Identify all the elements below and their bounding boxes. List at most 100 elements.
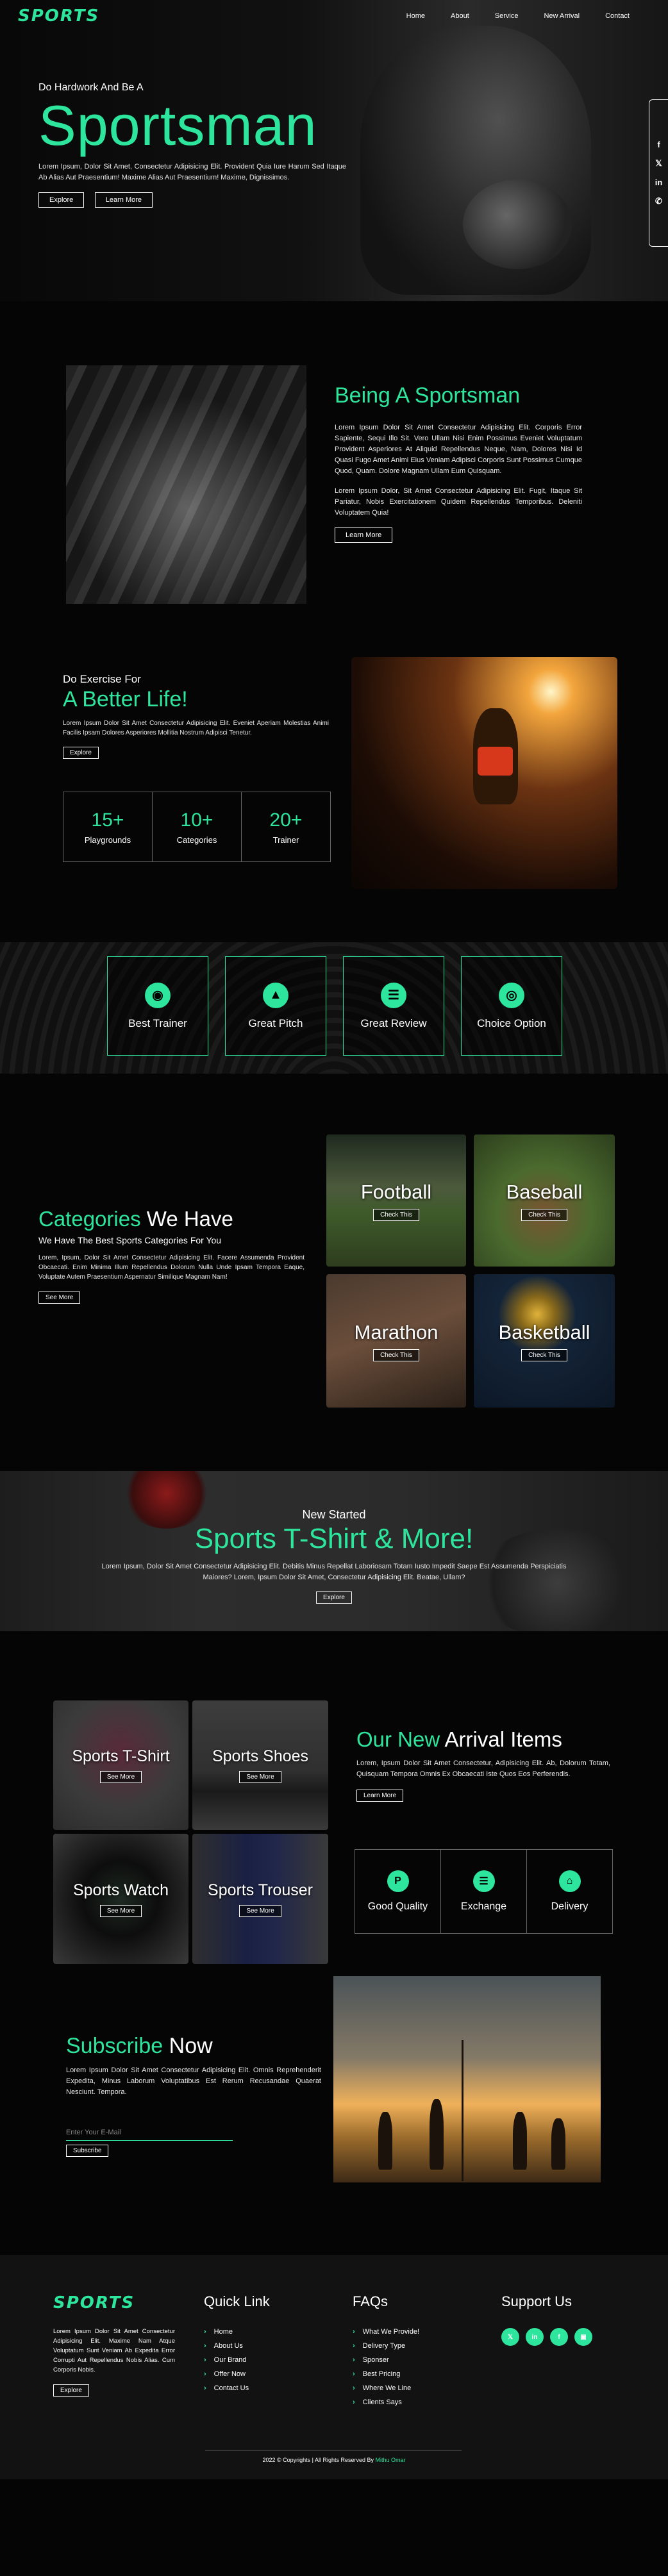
categories-see-more-button[interactable]: See More [38,1292,81,1304]
email-input[interactable] [66,2125,233,2141]
product-card-tshirt[interactable]: Sports T-Shirt See More [53,1700,188,1830]
copyright-author[interactable]: Mithu Omar [376,2457,406,2463]
faq-link[interactable]: Sponser [353,2356,419,2364]
category-name: Basketball [498,1320,590,1343]
navbar: SPORTS Home About Service New Arrival Co… [0,0,668,32]
nav-new-arrival[interactable]: New Arrival [544,12,580,20]
arrival-learn-more-button[interactable]: Learn More [356,1790,404,1802]
jumping-athlete-image [351,657,617,889]
quick-link-about[interactable]: About Us [204,2342,270,2350]
faq-link[interactable]: What We Provide! [353,2328,419,2336]
boxing-glove-image [463,179,572,269]
check-this-button[interactable]: Check This [373,1349,419,1361]
footer-quick-links: Quick Link Home About Us Our Brand Offer… [204,2293,270,2398]
subscribe-button[interactable]: Subscribe [66,2145,109,2157]
stats-box: 15+ Playgrounds 10+ Categories 20+ Train… [63,792,331,862]
stat-categories: 10+ Categories [153,792,242,861]
see-more-button[interactable]: See More [239,1771,281,1783]
nav-about[interactable]: About [451,12,469,20]
quick-link-contact[interactable]: Contact Us [204,2384,270,2392]
stat-value: 20+ [269,809,303,831]
stat-value: 15+ [91,809,124,831]
feature-label: Delivery [551,1901,589,1912]
faq-list: What We Provide! Delivery Type Sponser B… [353,2328,419,2406]
exercise-pretitle: Do Exercise For [63,673,141,685]
exercise-title: A Better Life! [63,687,188,711]
twitter-icon[interactable]: 𝕏 [655,158,662,169]
footer: SPORTS Lorem Ipsum Dolor Sit Amet Consec… [0,2255,668,2479]
athlete-shirt [478,747,513,776]
site-logo[interactable]: SPORTS [18,6,99,26]
linkedin-icon[interactable]: in [526,2328,544,2346]
faq-link[interactable]: Best Pricing [353,2370,419,2378]
stat-label: Categories [176,835,217,845]
banner-content: New Started Sports T-Shirt & More! Lorem… [0,1508,668,1604]
product-name: Sports Shoes [212,1747,309,1765]
linkedin-icon[interactable]: in [655,178,663,187]
faq-link[interactable]: Where We Line [353,2384,419,2392]
footer-brand: SPORTS Lorem Ipsum Dolor Sit Amet Consec… [53,2293,175,2397]
home-icon: ⌂ [558,1870,581,1892]
nav-contact[interactable]: Contact [605,12,630,20]
about-learn-more-button[interactable]: Learn More [335,528,393,543]
footer-logo[interactable]: SPORTS [53,2293,175,2313]
feature-good-quality: P Good Quality [355,1850,441,1933]
banner-title: Sports T-Shirt & More! [194,1523,474,1554]
arrival-title-rest: Arrival Items [440,1727,562,1751]
stat-playgrounds: 15+ Playgrounds [63,792,153,861]
player-silhouette [513,2112,527,2170]
feature-label: Choice Option [477,1017,546,1029]
banner-text: Lorem Ipsum, Dolor Sit Amet Consectetur … [101,1563,567,1581]
product-card-watch[interactable]: Sports Watch See More [53,1834,188,1964]
hero-section: SPORTS Home About Service New Arrival Co… [0,0,668,301]
category-card-football[interactable]: Football Check This [326,1134,466,1267]
hero-learn-more-button[interactable]: Learn More [94,192,153,208]
category-card-baseball[interactable]: Baseball Check This [474,1134,615,1267]
whatsapp-icon[interactable]: ✆ [655,196,662,206]
product-card-trouser[interactable]: Sports Trouser See More [192,1834,328,1964]
faq-link[interactable]: Delivery Type [353,2342,419,2350]
check-this-button[interactable]: Check This [521,1349,567,1361]
see-more-button[interactable]: See More [239,1904,281,1917]
quick-link-home[interactable]: Home [204,2328,270,2336]
hero-text: Lorem Ipsum, Dolor Sit Amet, Consectetur… [38,163,346,181]
nav-home[interactable]: Home [406,12,425,20]
stat-trainer: 20+ Trainer [242,792,330,861]
quick-link-offer[interactable]: Offer Now [204,2370,270,2378]
hero-explore-button[interactable]: Explore [38,192,85,208]
hero-content: Do Hardwork And Be A Sportsman Lorem Ips… [38,82,346,208]
product-name: Sports Watch [72,1881,169,1899]
net-pole [462,2040,463,2181]
category-card-marathon[interactable]: Marathon Check This [326,1274,466,1408]
categories-subtitle: We Have The Best Sports Categories For Y… [38,1235,222,1245]
stat-label: Trainer [272,835,299,845]
twitter-icon[interactable]: 𝕏 [501,2328,519,2346]
categories-title-accent: Categories [38,1207,141,1231]
categories-content: Categories We Have We Have The Best Spor… [38,1207,305,1304]
see-more-button[interactable]: See More [99,1904,142,1917]
social-sidebar: f 𝕏 in ✆ [649,99,668,247]
about-content: Being A Sportsman Lorem Ipsum Dolor Sit … [335,383,582,543]
footer-explore-button[interactable]: Explore [53,2384,89,2397]
instagram-icon[interactable]: ▣ [574,2328,592,2346]
facebook-icon[interactable]: f [550,2328,568,2346]
feature-label: Best Trainer [128,1017,187,1029]
copyright: 2022 © Copyrights | All Rights Reserved … [0,2450,668,2463]
categories-title-rest: We Have [140,1207,233,1231]
product-card-shoes[interactable]: Sports Shoes See More [192,1700,328,1830]
check-this-button[interactable]: Check This [373,1208,419,1221]
category-card-basketball[interactable]: Basketball Check This [474,1274,615,1408]
exercise-text: Lorem Ipsum Dolor Sit Amet Consectetur A… [63,720,329,736]
banner-explore-button[interactable]: Explore [316,1591,352,1604]
faq-link[interactable]: Clients Says [353,2398,419,2406]
nav-service[interactable]: Service [495,12,519,20]
exercise-explore-button[interactable]: Explore [63,747,99,759]
about-paragraph-2: Lorem Ipsum Dolor, Sit Amet Consectetur … [335,487,582,517]
facebook-icon[interactable]: f [657,140,660,149]
quick-link-brand[interactable]: Our Brand [204,2356,270,2364]
see-more-button[interactable]: See More [99,1771,142,1783]
category-grid: Football Check This Baseball Check This … [326,1134,615,1408]
check-this-button[interactable]: Check This [521,1208,567,1221]
player-silhouette [551,2118,565,2170]
volleyball-image [333,1976,601,2182]
